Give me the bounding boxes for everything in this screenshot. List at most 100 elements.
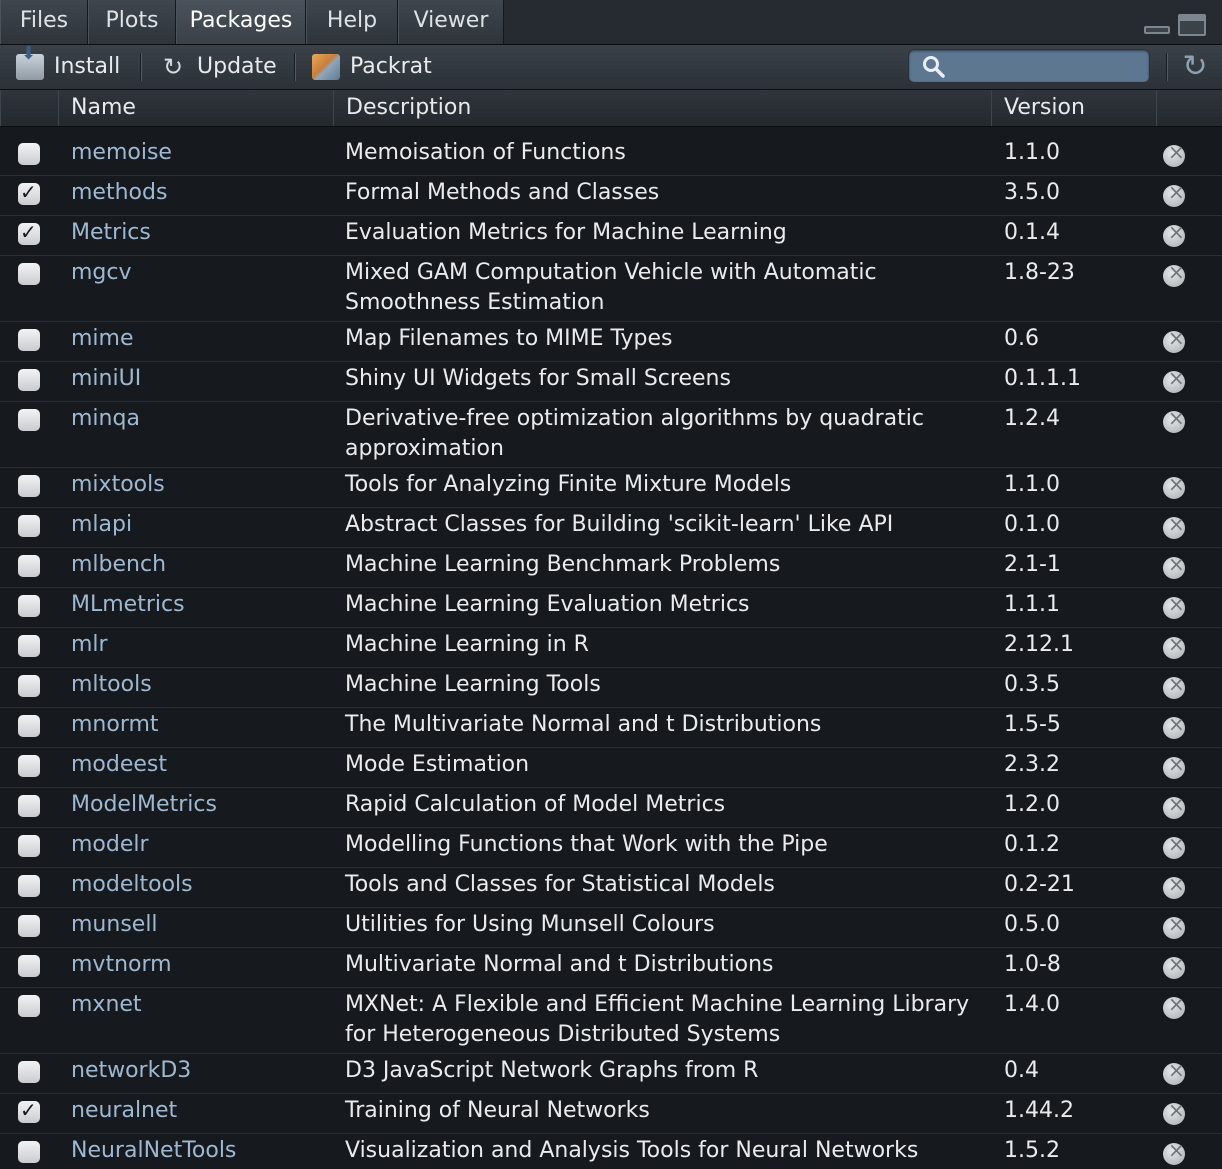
- packages-toolbar: Install ↻ Update Packrat ↻: [0, 43, 1222, 90]
- package-name-link[interactable]: methods: [71, 180, 167, 205]
- table-row: modeest Mode Estimation 2.3.2: [0, 748, 1222, 788]
- package-loaded-checkbox[interactable]: [18, 955, 40, 977]
- package-loaded-checkbox[interactable]: [18, 835, 40, 857]
- remove-package-icon[interactable]: [1163, 1138, 1185, 1165]
- package-loaded-checkbox[interactable]: [18, 1098, 40, 1123]
- version-column-header[interactable]: Version: [991, 90, 1156, 126]
- package-name-link[interactable]: Metrics: [71, 220, 151, 245]
- remove-package-icon[interactable]: [1163, 1058, 1185, 1085]
- remove-package-icon[interactable]: [1163, 1098, 1185, 1125]
- refresh-icon[interactable]: ↻: [1180, 52, 1210, 82]
- remove-package-icon[interactable]: [1163, 952, 1185, 979]
- package-name-link[interactable]: MLmetrics: [71, 592, 185, 617]
- package-loaded-checkbox[interactable]: [18, 1141, 40, 1163]
- package-loaded-checkbox[interactable]: [18, 915, 40, 937]
- package-name-link[interactable]: ModelMetrics: [71, 792, 217, 817]
- package-description: Mode Estimation: [345, 752, 530, 777]
- package-loaded-checkbox[interactable]: [18, 875, 40, 897]
- package-loaded-checkbox[interactable]: [18, 409, 40, 431]
- install-button[interactable]: Install: [54, 45, 120, 89]
- package-name-link[interactable]: mime: [71, 326, 134, 351]
- package-loaded-checkbox[interactable]: [18, 715, 40, 737]
- remove-package-icon[interactable]: [1163, 472, 1185, 499]
- package-loaded-checkbox[interactable]: [18, 263, 40, 285]
- package-name-link[interactable]: mgcv: [71, 260, 132, 285]
- package-name-link[interactable]: miniUI: [71, 366, 141, 391]
- package-loaded-checkbox[interactable]: [18, 555, 40, 577]
- package-loaded-checkbox[interactable]: [18, 995, 40, 1017]
- package-loaded-checkbox[interactable]: [18, 755, 40, 777]
- maximize-icon[interactable]: [1178, 14, 1206, 36]
- package-loaded-checkbox[interactable]: [18, 1061, 40, 1083]
- package-name-link[interactable]: modeltools: [71, 872, 193, 897]
- package-search-box[interactable]: [908, 49, 1150, 83]
- package-name-link[interactable]: mlapi: [71, 512, 132, 537]
- package-name-link[interactable]: memoise: [71, 140, 172, 165]
- name-column-header[interactable]: Name: [58, 90, 333, 126]
- remove-package-icon[interactable]: [1163, 632, 1185, 659]
- package-loaded-checkbox[interactable]: [18, 369, 40, 391]
- packrat-icon[interactable]: [312, 54, 340, 80]
- remove-package-icon[interactable]: [1163, 992, 1185, 1019]
- package-name-link[interactable]: mixtools: [71, 472, 165, 497]
- tab-plots[interactable]: Plots: [88, 0, 176, 44]
- remove-package-icon[interactable]: [1163, 832, 1185, 859]
- package-description: Memoisation of Functions: [345, 140, 626, 165]
- update-button[interactable]: Update: [197, 45, 277, 89]
- package-loaded-checkbox[interactable]: [18, 515, 40, 537]
- remove-package-icon[interactable]: [1163, 872, 1185, 899]
- remove-package-icon[interactable]: [1163, 180, 1185, 207]
- tab-viewer[interactable]: Viewer: [398, 0, 504, 44]
- package-name-link[interactable]: mnormt: [71, 712, 159, 737]
- package-name-link[interactable]: modelr: [71, 832, 149, 857]
- package-table-body: memoise Memoisation of Functions 1.1.0 meth…: [0, 127, 1222, 1169]
- remove-package-icon[interactable]: [1163, 220, 1185, 247]
- package-name-link[interactable]: neuralnet: [71, 1098, 177, 1123]
- packrat-button[interactable]: Packrat: [350, 45, 432, 89]
- package-loaded-checkbox[interactable]: [18, 675, 40, 697]
- minimize-icon[interactable]: [1144, 26, 1170, 34]
- package-description: Rapid Calculation of Model Metrics: [345, 792, 726, 817]
- remove-package-icon[interactable]: [1163, 672, 1185, 699]
- package-name-link[interactable]: networkD3: [71, 1058, 191, 1083]
- package-name-link[interactable]: mvtnorm: [71, 952, 172, 977]
- package-name-link[interactable]: mlr: [71, 632, 108, 657]
- remove-package-icon[interactable]: [1163, 792, 1185, 819]
- package-name-link[interactable]: munsell: [71, 912, 158, 937]
- package-loaded-checkbox[interactable]: [18, 595, 40, 617]
- package-loaded-checkbox[interactable]: [18, 329, 40, 351]
- remove-package-icon[interactable]: [1163, 592, 1185, 619]
- update-icon[interactable]: ↻: [160, 54, 186, 80]
- package-name-link[interactable]: mlbench: [71, 552, 166, 577]
- package-loaded-checkbox[interactable]: [18, 795, 40, 817]
- remove-package-icon[interactable]: [1163, 712, 1185, 739]
- remove-package-icon[interactable]: [1163, 326, 1185, 353]
- table-row: mnormt The Multivariate Normal and t Dist…: [0, 708, 1222, 748]
- remove-package-icon[interactable]: [1163, 912, 1185, 939]
- tab-help[interactable]: Help: [306, 0, 398, 44]
- package-name-link[interactable]: modeest: [71, 752, 167, 777]
- description-column-header[interactable]: Description: [333, 90, 991, 126]
- remove-package-icon[interactable]: [1163, 366, 1185, 393]
- tab-files[interactable]: Files: [0, 0, 88, 44]
- package-version: 1.1.0: [1004, 472, 1060, 497]
- package-description: Formal Methods and Classes: [345, 180, 660, 205]
- package-name-link[interactable]: NeuralNetTools: [71, 1138, 236, 1163]
- tab-packages[interactable]: Packages: [176, 0, 306, 44]
- package-loaded-checkbox[interactable]: [18, 220, 40, 245]
- search-input[interactable]: [953, 54, 1147, 80]
- remove-package-icon[interactable]: [1163, 512, 1185, 539]
- remove-package-icon[interactable]: [1163, 552, 1185, 579]
- remove-package-icon[interactable]: [1163, 260, 1185, 287]
- install-icon[interactable]: [16, 43, 44, 80]
- package-name-link[interactable]: minqa: [71, 406, 140, 431]
- package-name-link[interactable]: mltools: [71, 672, 152, 697]
- remove-package-icon[interactable]: [1163, 752, 1185, 779]
- package-loaded-checkbox[interactable]: [18, 475, 40, 497]
- package-loaded-checkbox[interactable]: [18, 143, 40, 165]
- package-loaded-checkbox[interactable]: [18, 635, 40, 657]
- package-loaded-checkbox[interactable]: [18, 180, 40, 205]
- package-name-link[interactable]: mxnet: [71, 992, 142, 1017]
- remove-package-icon[interactable]: [1163, 406, 1185, 433]
- remove-package-icon[interactable]: [1163, 140, 1185, 167]
